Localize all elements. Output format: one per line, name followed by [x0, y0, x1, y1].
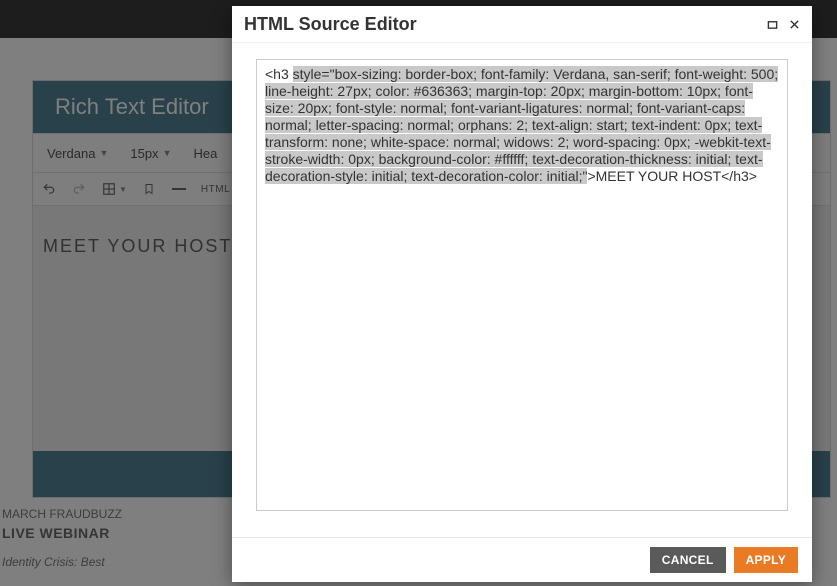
modal-body: <h3 style="box-sizing: border-box; font-…	[232, 43, 812, 537]
html-source-editor-modal: HTML Source Editor <h3 style="box-sizing…	[232, 6, 812, 582]
source-prefix: <h3	[265, 66, 293, 82]
apply-button[interactable]: APPLY	[734, 547, 798, 573]
modal-title: HTML Source Editor	[244, 14, 758, 35]
modal-header: HTML Source Editor	[232, 6, 812, 43]
html-source-textarea[interactable]: <h3 style="box-sizing: border-box; font-…	[256, 59, 788, 511]
close-icon[interactable]	[786, 16, 802, 32]
modal-footer: CANCEL APPLY	[232, 537, 812, 582]
maximize-icon[interactable]	[764, 16, 780, 32]
cancel-button[interactable]: CANCEL	[650, 547, 726, 573]
source-highlighted-selection: style="box-sizing: border-box; font-fami…	[265, 66, 778, 184]
source-suffix: >MEET YOUR HOST</h3>	[587, 168, 757, 184]
